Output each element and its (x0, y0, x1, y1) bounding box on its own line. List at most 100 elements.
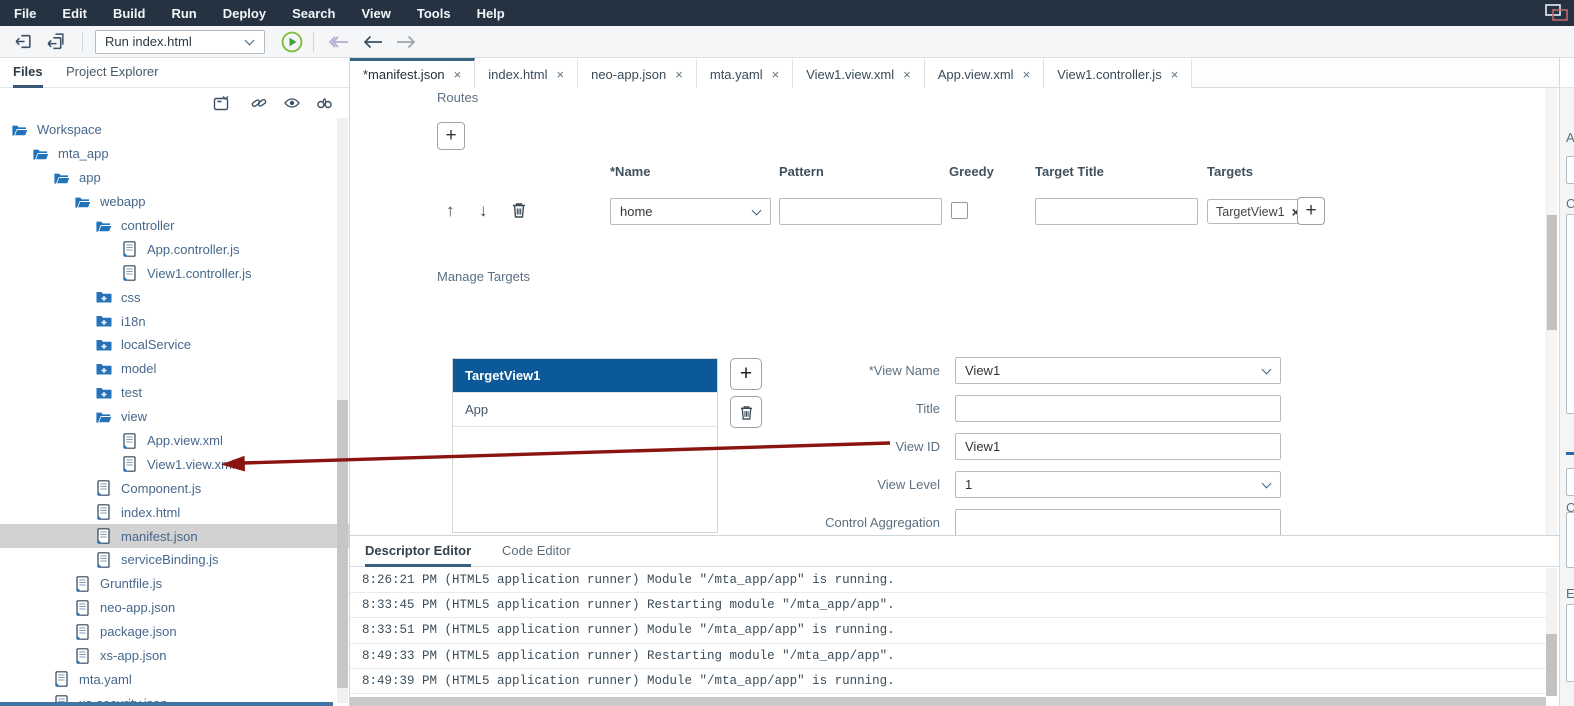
navigate-back-icon[interactable] (362, 35, 384, 49)
view-name-select[interactable]: View1 (955, 357, 1281, 384)
control-aggregation-input[interactable] (956, 510, 1280, 535)
right-panel-partial-field[interactable] (1566, 604, 1574, 682)
close-icon[interactable]: × (454, 67, 462, 82)
right-panel-link-icon[interactable] (1566, 452, 1574, 455)
editor-tab-mta-yaml[interactable]: mta.yaml × (696, 58, 794, 88)
right-panel-partial-field[interactable] (1566, 156, 1574, 184)
menu-item-tools[interactable]: Tools (417, 6, 451, 21)
tree-item-webapp[interactable]: webapp (0, 190, 350, 214)
tree-item-app-controller-js[interactable]: App.controller.js (0, 237, 350, 261)
export-project-icon[interactable] (14, 32, 33, 51)
tree-item-servicebinding-js[interactable]: serviceBinding.js (0, 548, 350, 572)
tree-item-label: manifest.json (121, 528, 198, 544)
view-id-input[interactable] (956, 434, 1280, 459)
link-with-editor-icon[interactable] (251, 95, 267, 111)
run-button[interactable] (281, 31, 303, 53)
menu-item-search[interactable]: Search (292, 6, 335, 21)
tab-descriptor-editor[interactable]: Descriptor Editor (365, 536, 472, 567)
move-route-down-icon[interactable]: ↓ (479, 197, 488, 224)
right-panel-partial-field[interactable] (1566, 512, 1574, 568)
tree-item-view[interactable]: view (0, 405, 350, 429)
tree-item-component-js[interactable]: Component.js (0, 476, 350, 500)
right-panel-partial-field[interactable] (1566, 214, 1574, 414)
sap-web-ide-window: File Edit Build Run Deploy Search View T… (0, 0, 1574, 706)
tree-item-test[interactable]: test (0, 381, 350, 405)
editor-tab-manifest-json[interactable]: *manifest.json × (350, 58, 476, 88)
tree-item-neo-app-json[interactable]: neo-app.json (0, 596, 350, 620)
scrollbar-thumb[interactable] (337, 400, 348, 688)
tab-project-explorer[interactable]: Project Explorer (66, 58, 158, 88)
editor-tab-index-html[interactable]: index.html × (475, 58, 579, 88)
tree-item-package-json[interactable]: package.json (0, 620, 350, 644)
scrollbar-thumb[interactable] (1546, 634, 1557, 696)
targets-list-item-app[interactable]: App (453, 393, 717, 427)
tab-files[interactable]: Files (13, 58, 43, 88)
close-icon[interactable]: × (1023, 67, 1031, 82)
editor-tab-view1-controller-js[interactable]: View1.controller.js × (1044, 58, 1193, 88)
menu-item-run[interactable]: Run (171, 6, 196, 21)
close-icon[interactable]: × (772, 67, 780, 82)
run-configuration-select[interactable]: Run index.html (95, 30, 265, 54)
tree-item-i18n[interactable]: i18n (0, 309, 350, 333)
title-input[interactable] (956, 396, 1280, 421)
add-target-button[interactable]: + (1297, 197, 1325, 225)
editor-tab-view1-view-xml[interactable]: View1.view.xml × (793, 58, 925, 88)
delete-route-icon[interactable] (511, 201, 527, 219)
right-panel-partial-field[interactable] (1566, 468, 1574, 496)
tree-item-model[interactable]: model (0, 357, 350, 381)
target-title-input[interactable] (1036, 199, 1197, 224)
tree-item-view1-view-xml[interactable]: View1.view.xml (0, 452, 350, 476)
targets-list-item-targetview1[interactable]: TargetView1 (453, 359, 717, 393)
tab-label: index.html (488, 66, 548, 82)
close-icon[interactable]: × (1171, 67, 1179, 82)
close-icon[interactable]: × (903, 67, 911, 82)
file-icon (122, 241, 138, 257)
target-token[interactable]: TargetView1 × (1207, 199, 1309, 224)
tree-item-workspace[interactable]: Workspace (0, 118, 350, 142)
tab-label: mta.yaml (709, 66, 763, 82)
tree-item-mta-app[interactable]: mta_app (0, 142, 350, 166)
move-route-up-icon[interactable]: ↑ (446, 197, 455, 224)
file-tree-scrollbar[interactable] (337, 118, 348, 703)
tree-item-app[interactable]: app (0, 166, 350, 190)
tree-horizontal-scrollbar[interactable] (0, 702, 333, 706)
tree-item-manifest-json[interactable]: manifest.json (0, 524, 350, 549)
menu-item-build[interactable]: Build (113, 6, 146, 21)
scrollbar-thumb[interactable] (1547, 215, 1557, 330)
last-edit-location-icon[interactable] (328, 35, 350, 49)
menu-item-edit[interactable]: Edit (62, 6, 87, 21)
editor-tab-neo-app-json[interactable]: neo-app.json × (578, 58, 697, 88)
greedy-checkbox[interactable] (951, 202, 968, 219)
menu-item-file[interactable]: File (14, 6, 36, 21)
tree-item-app-view-xml[interactable]: App.view.xml (0, 429, 350, 453)
tree-item-gruntfile-js[interactable]: Gruntfile.js (0, 572, 350, 596)
show-hidden-files-icon[interactable] (284, 95, 300, 111)
tree-item-label: neo-app.json (100, 600, 176, 616)
navigate-forward-icon[interactable] (395, 35, 417, 49)
console-scrollbar[interactable] (1546, 568, 1557, 696)
route-name-select[interactable]: home (610, 198, 771, 225)
tab-code-editor[interactable]: Code Editor (502, 536, 571, 567)
tree-item-xs-app-json[interactable]: xs-app.json (0, 644, 350, 668)
tree-item-index-html[interactable]: index.html (0, 500, 350, 524)
tree-item-localservice[interactable]: localService (0, 333, 350, 357)
route-pattern-input[interactable] (780, 199, 941, 224)
menu-item-help[interactable]: Help (477, 6, 505, 21)
tree-item-css[interactable]: css (0, 285, 350, 309)
editor-scrollbar[interactable] (1546, 88, 1557, 535)
view-level-select[interactable]: 1 (955, 471, 1281, 498)
menu-item-deploy[interactable]: Deploy (223, 6, 266, 21)
menu-item-view[interactable]: View (361, 6, 390, 21)
tree-item-view1-controller-js[interactable]: View1.controller.js (0, 261, 350, 285)
tree-item-mta-yaml[interactable]: mta.yaml (0, 667, 350, 691)
overlapping-windows-icon[interactable] (1542, 3, 1572, 23)
add-route-button[interactable]: + (437, 122, 465, 150)
editor-tab-app-view-xml[interactable]: App.view.xml × (924, 58, 1045, 88)
tree-item-controller[interactable]: controller (0, 214, 350, 238)
close-icon[interactable]: × (675, 67, 683, 82)
close-icon[interactable]: × (557, 67, 565, 82)
collapse-all-icon[interactable] (213, 95, 229, 111)
search-files-icon[interactable] (316, 95, 333, 111)
export-clone-icon[interactable] (47, 32, 66, 51)
console-horizontal-scrollbar[interactable] (350, 697, 1546, 706)
